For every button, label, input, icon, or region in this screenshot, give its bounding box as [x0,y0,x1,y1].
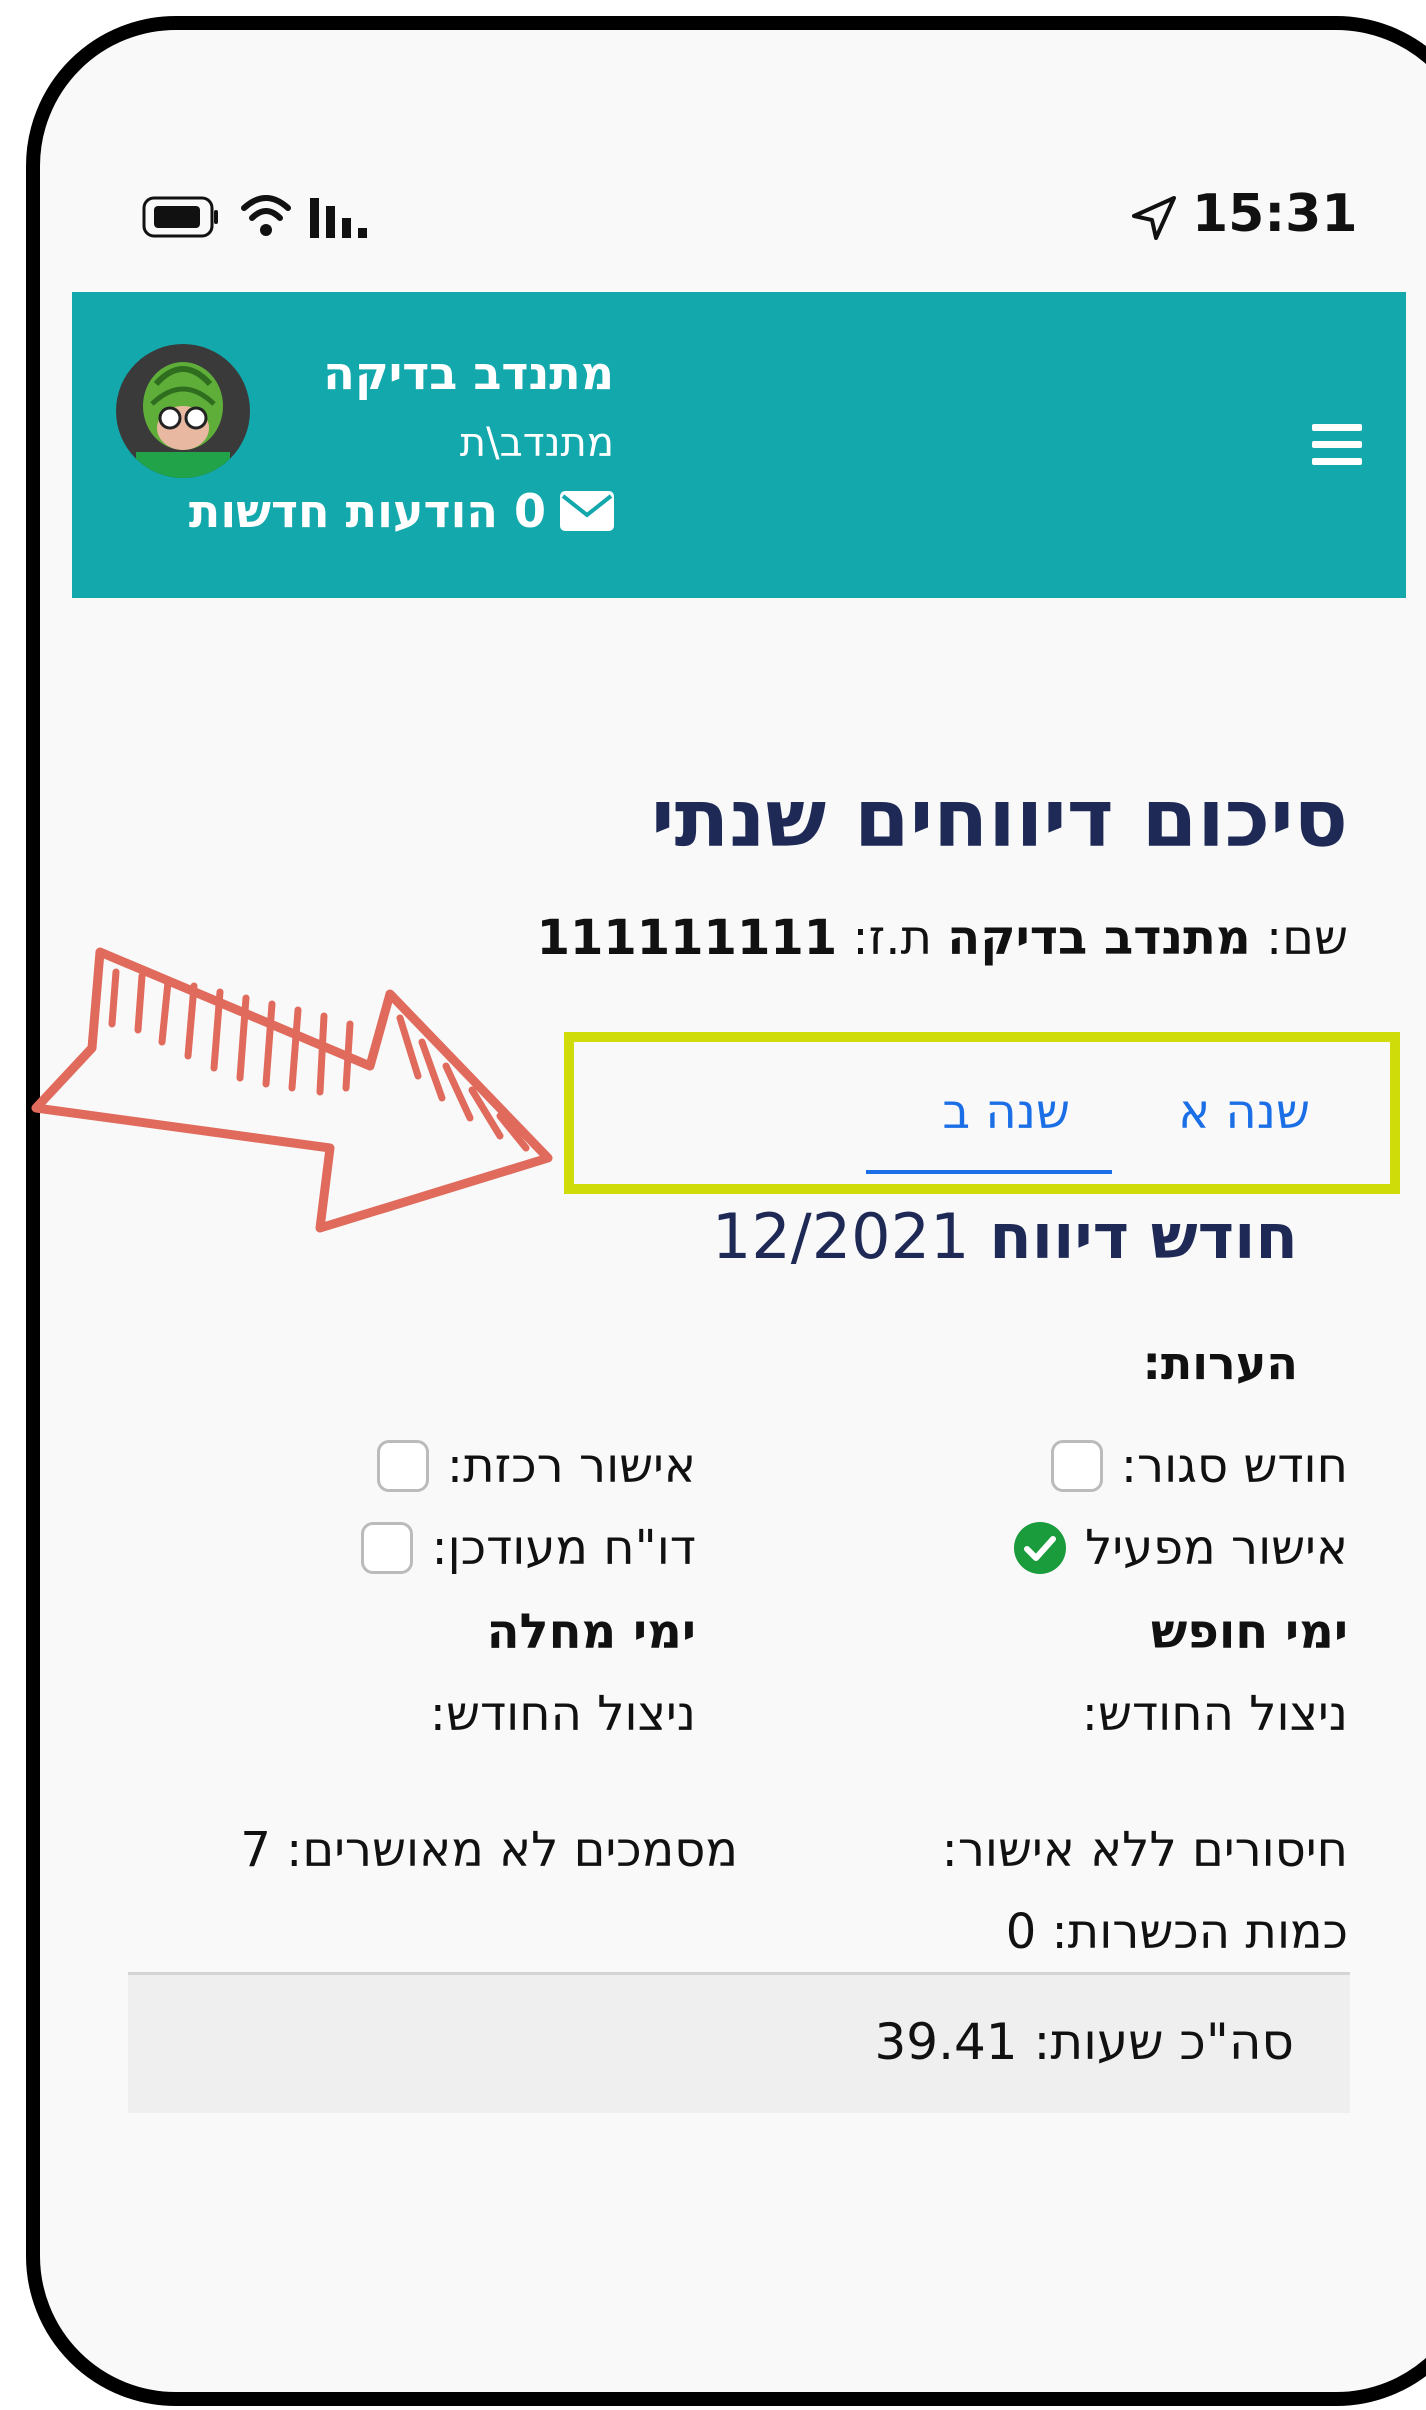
user-role: מתנדב\ת [459,420,614,466]
notes-label: הערות: [1142,1336,1298,1390]
vacation-days-heading: ימי חופש [1150,1604,1348,1660]
total-hours: סה"כ שעות: 39.41 [874,2013,1294,2071]
messages-text: 0 הודעות חדשות [188,484,546,538]
sick-usage: ניצול החודש: [429,1686,696,1742]
sick-days-heading: ימי מחלה [486,1604,696,1660]
closed-month-row: חודש סגור: [1050,1438,1348,1494]
report-month: חודש דיווח 12/2021 [712,1200,1298,1273]
messages-link[interactable]: 0 הודעות חדשות [189,484,614,538]
operator-approval-label: אישור מפעיל [1085,1520,1348,1576]
hamburger-menu-icon[interactable] [1312,424,1362,466]
signal-icon [310,198,367,238]
unapproved-absences: חיסורים ללא אישור: [941,1822,1348,1878]
name-value: מתנדב בדיקה [947,910,1251,966]
unapproved-docs: מסמכים לא מאושרים: 7 [240,1822,738,1878]
id-value: 111111111 [536,910,838,966]
id-label: ת.ז: [852,910,933,966]
total-hours-box: סה"כ שעות: 39.41 [128,1972,1350,2113]
status-time: 15:31 [1192,184,1358,244]
updated-report-checkbox[interactable] [361,1522,414,1574]
name-line: שם: מתנדב בדיקה ת.ז: 111111111 [537,910,1348,966]
status-bar: 15:31 [0,0,1426,260]
closed-month-label: חודש סגור: [1120,1438,1348,1494]
month-label: חודש דיווח [989,1200,1298,1273]
coordinator-approval-checkbox[interactable] [376,1440,429,1492]
page-title: סיכום דיווחים שנתי [651,772,1348,865]
avatar[interactable] [116,344,250,478]
year-tabs: שנה א שנה ב [564,1032,1400,1194]
closed-month-checkbox[interactable] [1050,1440,1103,1492]
coordinator-approval-label: אישור רכזת: [446,1438,696,1494]
active-tab-underline [866,1170,1112,1174]
annotation-arrow [31,947,553,1233]
updated-report-row: דו"ח מעודכן: [361,1520,696,1576]
updated-report-label: דו"ח מעודכן: [431,1520,696,1576]
battery-icon [142,196,218,238]
month-value: 12/2021 [711,1200,970,1273]
location-arrow-icon [1132,196,1176,240]
wifi-icon [241,195,291,236]
user-name: מתנדב בדיקה [323,346,614,400]
tab-year-b[interactable]: שנה ב [942,1084,1070,1140]
app-header: מתנדב בדיקה מתנדב\ת 0 הודעות חדשות [72,292,1406,598]
trainings-count: כמות הכשרות: 0 [1005,1904,1348,1960]
name-label: שם: [1265,910,1348,966]
check-circle-icon [1014,1522,1067,1574]
tab-year-a[interactable]: שנה א [1178,1084,1310,1140]
envelope-icon [560,491,614,531]
operator-approval-row: אישור מפעיל [1013,1520,1348,1576]
vacation-usage: ניצול החודש: [1081,1686,1348,1742]
coordinator-approval-row: אישור רכזת: [376,1438,696,1494]
